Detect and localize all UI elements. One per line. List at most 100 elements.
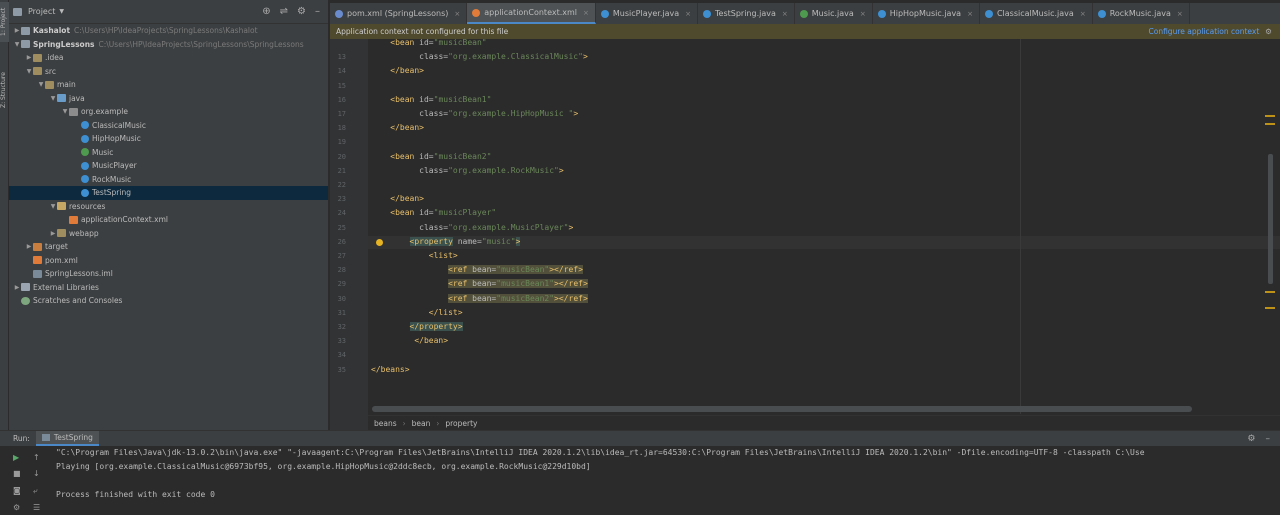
rerun-icon[interactable]: ▶: [13, 453, 19, 462]
code-editor[interactable]: 13 14 15 16 17 18 19 20 21 22 23 24 25 26 27 28 29 30 31 32…: [330, 38, 1280, 430]
code-line[interactable]: </bean>: [371, 194, 424, 203]
camera-icon[interactable]: ◙: [13, 486, 21, 495]
editor-tab[interactable]: ClassicalMusic.java ×: [980, 3, 1093, 24]
crosshair-icon[interactable]: ⊕: [262, 6, 270, 17]
code-line[interactable]: <ref bean="musicBean"></ref>: [371, 265, 583, 275]
warning-marker[interactable]: [1265, 123, 1275, 125]
tree-item[interactable]: pom.xml: [9, 254, 328, 268]
tree-item[interactable]: ▶ webapp: [9, 227, 328, 241]
breadcrumb-item[interactable]: bean: [412, 419, 431, 428]
code-line[interactable]: <bean id="musicBean1": [371, 95, 491, 104]
code-line[interactable]: </bean>: [371, 66, 424, 75]
editor-tab[interactable]: MusicPlayer.java ×: [596, 3, 698, 24]
structure-tool-tab[interactable]: Z: Structure: [0, 66, 9, 114]
breadcrumb-item[interactable]: beans: [374, 419, 397, 428]
chevron-right-icon[interactable]: ▶: [49, 230, 57, 237]
code-line[interactable]: </beans>: [371, 365, 410, 374]
code-line[interactable]: <ref bean="musicBean1"></ref>: [371, 279, 588, 289]
chevron-right-icon[interactable]: ▶: [25, 54, 33, 61]
tree-item[interactable]: ClassicalMusic: [9, 119, 328, 133]
minimize-icon[interactable]: –: [315, 6, 320, 17]
settings-icon[interactable]: ⚙: [13, 503, 20, 512]
chevron-down-icon[interactable]: ▼: [25, 68, 33, 75]
tree-item[interactable]: SpringLessons.iml: [9, 267, 328, 281]
chevron-down-icon[interactable]: ▼: [37, 81, 45, 88]
tree-item[interactable]: RockMusic: [9, 173, 328, 187]
editor-tab[interactable]: applicationContext.xml ×: [467, 3, 596, 24]
code-line[interactable]: <bean id="musicBean": [371, 38, 486, 47]
stop-icon[interactable]: ■: [13, 469, 21, 478]
code-line[interactable]: class="org.example.ClassicalMusic">: [371, 52, 588, 61]
tree-item[interactable]: TestSpring: [9, 186, 328, 200]
tree-item[interactable]: ▶ target: [9, 240, 328, 254]
tree-item[interactable]: ▶ Kashalot C:\Users\HP\IdeaProjects\Spring…: [9, 24, 328, 38]
chevron-down-icon[interactable]: ▼: [59, 8, 64, 15]
collapse-icon[interactable]: ⇌: [280, 6, 288, 17]
horizontal-scrollbar[interactable]: [372, 406, 1192, 412]
code-line[interactable]: </list>: [371, 308, 463, 317]
code-line[interactable]: <bean id="musicPlayer": [371, 208, 496, 217]
tree-item[interactable]: ▼ src: [9, 65, 328, 79]
editor-tab[interactable]: pom.xml (SpringLessons) ×: [330, 3, 468, 24]
print-icon[interactable]: ☰: [33, 503, 40, 512]
close-icon[interactable]: ×: [860, 10, 866, 18]
minimize-icon[interactable]: –: [1266, 434, 1271, 444]
project-title[interactable]: Project: [28, 7, 55, 16]
code-line[interactable]: </bean>: [371, 123, 424, 132]
code-line[interactable]: <ref bean="musicBean2"></ref>: [371, 293, 588, 303]
tree-item[interactable]: ▶ .idea: [9, 51, 328, 65]
breadcrumb-item[interactable]: property: [445, 419, 477, 428]
close-icon[interactable]: ×: [454, 10, 460, 18]
tree-item[interactable]: ▼ resources: [9, 200, 328, 214]
close-icon[interactable]: ×: [685, 10, 691, 18]
configure-context-link[interactable]: Configure application context: [1149, 27, 1260, 36]
code-line[interactable]: class="org.example.MusicPlayer">: [371, 223, 573, 232]
tree-item[interactable]: ▼ java: [9, 92, 328, 106]
tree-item[interactable]: ▶ External Libraries: [9, 281, 328, 295]
chevron-down-icon[interactable]: ▼: [61, 108, 69, 115]
code-line[interactable]: class="org.example.RockMusic">: [371, 166, 564, 175]
scroll-down-icon[interactable]: ↓: [33, 469, 40, 478]
warning-marker[interactable]: [1265, 291, 1275, 293]
chevron-down-icon[interactable]: ▼: [49, 95, 57, 102]
gear-icon[interactable]: ⚙: [1265, 27, 1272, 36]
tree-item[interactable]: MusicPlayer: [9, 159, 328, 173]
chevron-right-icon[interactable]: ▶: [13, 284, 21, 291]
project-tool-tab[interactable]: 1: Project: [0, 2, 9, 42]
tree-item[interactable]: applicationContext.xml: [9, 213, 328, 227]
chevron-right-icon[interactable]: ▶: [13, 27, 21, 34]
code-line[interactable]: <property name="music">: [371, 236, 521, 246]
editor-tab[interactable]: Music.java ×: [795, 3, 873, 24]
tree-item[interactable]: ▼ org.example: [9, 105, 328, 119]
chevron-down-icon[interactable]: ▼: [49, 203, 57, 210]
vertical-scrollbar[interactable]: [1268, 154, 1273, 284]
gear-icon[interactable]: ⚙: [1247, 434, 1255, 444]
code-line[interactable]: </bean>: [371, 336, 448, 345]
close-icon[interactable]: ×: [583, 9, 589, 17]
chevron-down-icon[interactable]: ▼: [13, 41, 21, 48]
editor-tab[interactable]: RockMusic.java ×: [1093, 3, 1190, 24]
soft-wrap-icon[interactable]: ⤶: [33, 486, 37, 496]
close-icon[interactable]: ×: [1177, 10, 1183, 18]
tree-item[interactable]: ▼ main: [9, 78, 328, 92]
close-icon[interactable]: ×: [967, 10, 973, 18]
editor-tab[interactable]: TestSpring.java ×: [698, 3, 795, 24]
gear-icon[interactable]: ⚙: [297, 6, 306, 17]
tree-item[interactable]: Scratches and Consoles: [9, 294, 328, 308]
code-line[interactable]: </property>: [371, 322, 463, 331]
code-line[interactable]: class="org.example.HipHopMusic ">: [371, 109, 578, 118]
tree-item[interactable]: Music: [9, 146, 328, 160]
warning-marker[interactable]: [1265, 307, 1275, 309]
run-label: Run:: [13, 434, 30, 443]
run-tab-testspring[interactable]: TestSpring: [35, 431, 99, 446]
tree-item[interactable]: HipHopMusic: [9, 132, 328, 146]
code-line[interactable]: <bean id="musicBean2": [371, 152, 491, 161]
chevron-right-icon[interactable]: ▶: [25, 243, 33, 250]
code-line[interactable]: <list>: [371, 251, 458, 260]
warning-marker[interactable]: [1265, 115, 1275, 117]
close-icon[interactable]: ×: [1080, 10, 1086, 18]
editor-tab[interactable]: HipHopMusic.java ×: [873, 3, 980, 24]
close-icon[interactable]: ×: [782, 10, 788, 18]
tree-item[interactable]: ▼ SpringLessons C:\Users\HP\IdeaProjects\S…: [9, 38, 328, 52]
scroll-up-icon[interactable]: ↑: [33, 453, 40, 462]
